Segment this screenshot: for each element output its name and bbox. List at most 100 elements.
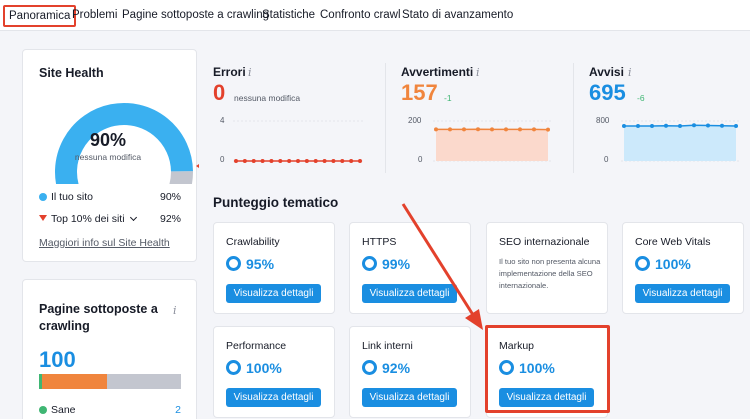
chevron-down-icon[interactable]	[129, 213, 137, 222]
trend-area	[624, 125, 736, 161]
crawled-pages-bar	[39, 374, 181, 389]
trend-point	[304, 159, 309, 163]
trend-point	[650, 124, 654, 128]
trend-point	[296, 159, 300, 163]
trend-point	[622, 124, 626, 128]
errors-trend-chart	[233, 120, 363, 163]
legend-healthy[interactable]: Sane 2	[39, 404, 181, 418]
view-details-button[interactable]: Visualizza dettagli	[362, 388, 457, 407]
thematic-title: Punteggio tematico	[213, 195, 339, 210]
notices-trend-chart	[621, 120, 739, 162]
trend-point	[678, 124, 682, 128]
trend-point	[546, 127, 550, 132]
site-health-card: Site Health 90% nessuna modifica Il tuo …	[22, 49, 199, 262]
notices-delta: -6	[637, 93, 645, 103]
score-ring-icon	[226, 360, 241, 375]
triangle-down-icon	[39, 215, 47, 221]
trend-point	[692, 123, 696, 128]
tab-bar: Panoramica Problemi Pagine sottoposte a …	[0, 0, 750, 31]
view-details-button[interactable]: Visualizza dettagli	[499, 388, 594, 407]
warnings-trend-chart	[433, 120, 551, 162]
thematic-card-crawlability: Crawlability 95% Visualizza dettagli	[213, 222, 335, 314]
tab-stato-di-avanzamento[interactable]: Stato di avanzamento	[402, 9, 513, 21]
score-ring-icon	[635, 256, 650, 271]
thematic-card-https: HTTPS 99% Visualizza dettagli	[349, 222, 471, 314]
trend-point	[322, 159, 327, 163]
errors-value: 0	[213, 80, 226, 105]
view-details-button[interactable]: Visualizza dettagli	[635, 284, 730, 303]
warnings-delta: -1	[444, 93, 452, 103]
tab-problemi[interactable]: Problemi	[72, 9, 117, 21]
site-health-title: Site Health	[39, 66, 104, 80]
site-health-score-note: nessuna modifica	[74, 152, 142, 162]
info-icon[interactable]: i	[248, 66, 252, 79]
warnings-label: Avvertimenti	[401, 65, 474, 79]
trend-point	[636, 124, 640, 128]
trend-point	[434, 127, 438, 132]
trend-point	[331, 159, 336, 163]
score-ring-icon	[499, 360, 514, 375]
notices-value: 695	[589, 80, 626, 105]
trend-point	[313, 159, 318, 163]
score-ring-icon	[362, 256, 377, 271]
info-icon[interactable]: i	[628, 66, 632, 79]
trend-point	[448, 127, 452, 132]
trend-point	[462, 127, 466, 132]
tab-confronto-crawl[interactable]: Confronto crawl	[320, 9, 401, 21]
legend-your-site: Il tuo sito 90%	[39, 191, 181, 205]
divider	[573, 63, 574, 173]
trend-point	[532, 127, 536, 132]
legend-top-sites[interactable]: Top 10% dei siti 92%	[39, 213, 181, 227]
errors-axis-min: 0	[220, 155, 225, 164]
trend-area	[436, 129, 548, 161]
divider	[385, 63, 386, 173]
site-health-more-link[interactable]: Maggiori info sul Site Health	[39, 237, 170, 249]
view-details-button[interactable]: Visualizza dettagli	[226, 284, 321, 303]
trend-point	[518, 127, 522, 132]
errors-label: Errori	[213, 65, 246, 79]
trend-point	[720, 123, 724, 128]
errors-axis-max: 4	[220, 116, 225, 125]
score-ring-icon	[362, 360, 377, 375]
tab-panoramica[interactable]: Panoramica	[3, 5, 77, 27]
view-details-button[interactable]: Visualizza dettagli	[362, 284, 457, 303]
crawled-pages-title: Pagine sottoposte a crawling	[39, 302, 158, 333]
trend-point	[260, 159, 265, 163]
warnings-axis-max: 200	[408, 116, 422, 125]
notices-axis-max: 800	[596, 116, 610, 125]
trend-point	[340, 159, 345, 163]
errors-note: nessuna modifica	[234, 93, 301, 103]
notices-axis-min: 0	[604, 155, 609, 164]
bar-segment	[41, 374, 108, 389]
crawled-pages-value: 100	[39, 347, 76, 372]
warnings-axis-min: 0	[418, 155, 423, 164]
tab-statistiche[interactable]: Statistiche	[262, 9, 315, 21]
notices-label: Avvisi	[589, 65, 624, 79]
trend-point	[706, 123, 710, 128]
thematic-card-core-web-vitals: Core Web Vitals 100% Visualizza dettagli	[622, 222, 744, 314]
thematic-card-markup: Markup 100% Visualizza dettagli	[486, 326, 608, 418]
trend-point	[278, 159, 283, 163]
trend-point	[234, 159, 238, 163]
trend-point	[242, 159, 247, 163]
bar-segment	[107, 374, 181, 389]
thematic-card-internal-links: Link interni 92% Visualizza dettagli	[349, 326, 471, 418]
top-sites-marker	[196, 164, 199, 168]
green-dot-icon	[39, 406, 47, 414]
score-ring-icon	[226, 256, 241, 271]
trend-point	[504, 127, 508, 132]
site-health-score: 90%	[89, 130, 127, 150]
tab-pagine-sottoposte-a-crawling[interactable]: Pagine sottoposte a crawling	[122, 9, 269, 21]
trend-point	[734, 124, 738, 128]
thematic-card-performance: Performance 100% Visualizza dettagli	[213, 326, 335, 418]
trend-point	[251, 159, 256, 163]
view-details-button[interactable]: Visualizza dettagli	[226, 388, 321, 407]
info-icon[interactable]: i	[173, 304, 177, 317]
info-icon[interactable]: i	[476, 66, 480, 79]
trend-point	[664, 123, 668, 128]
trend-point	[269, 159, 274, 163]
warnings-value: 157	[401, 80, 438, 105]
trend-point	[476, 127, 480, 132]
trend-point	[490, 127, 494, 132]
blue-dot-icon	[39, 193, 47, 201]
